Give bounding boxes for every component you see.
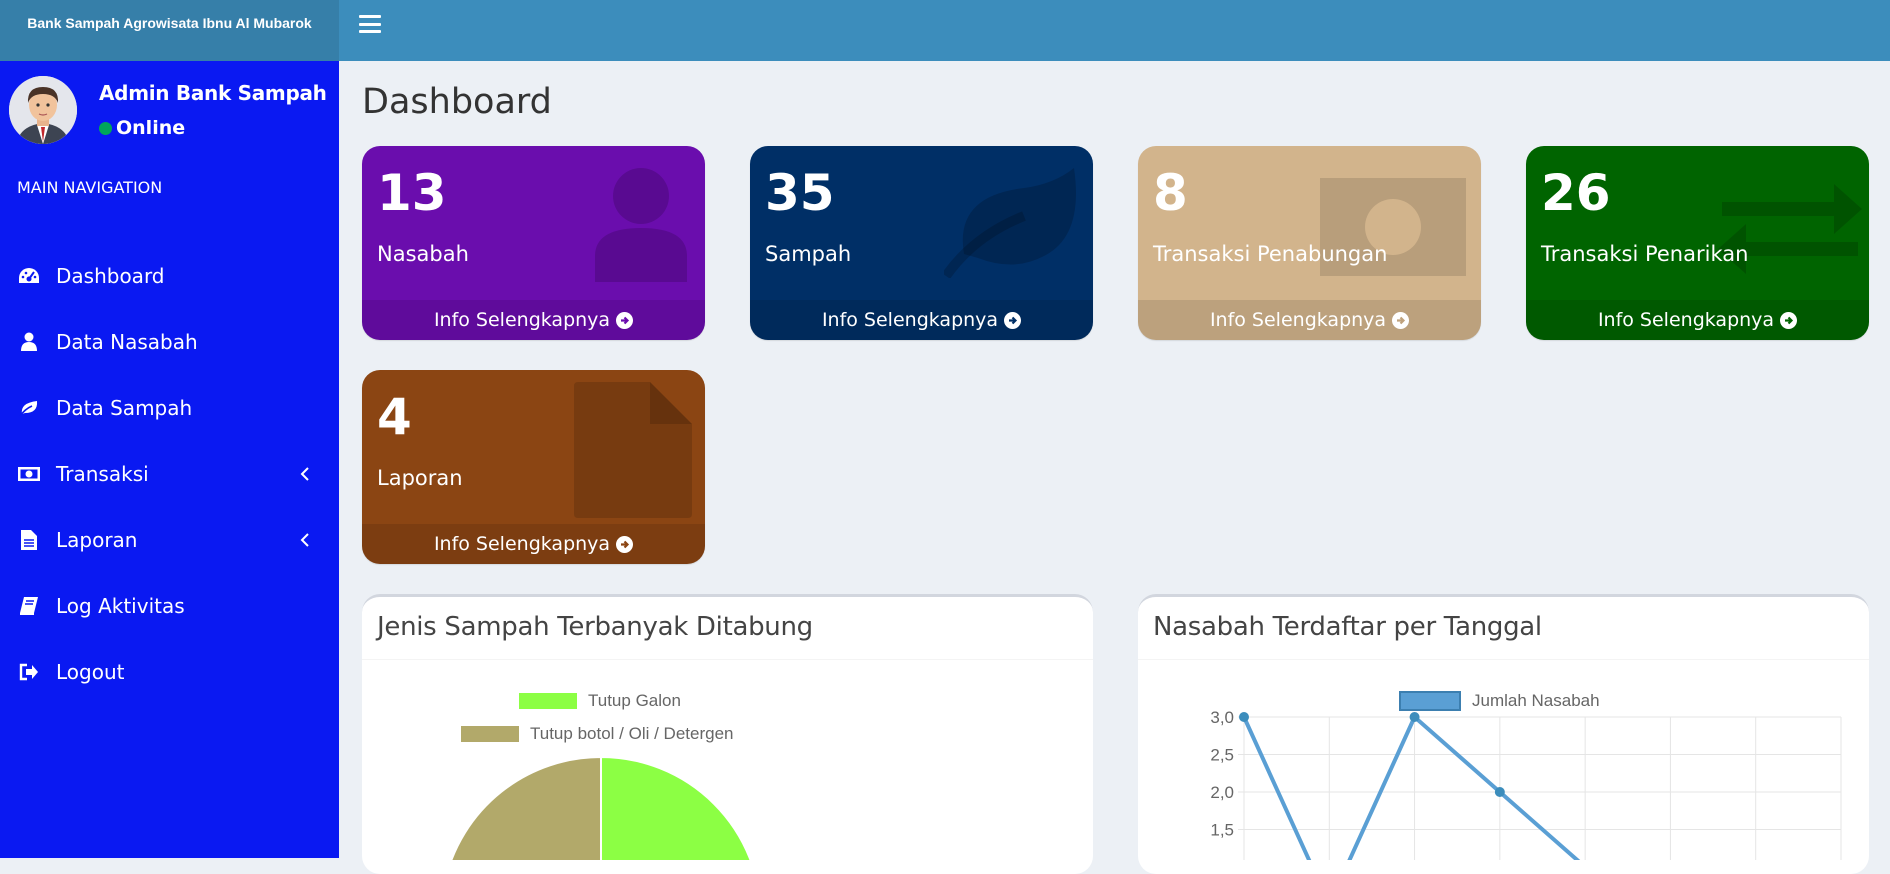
sidebar-item-label: Log Aktivitas: [56, 594, 185, 618]
panel-title: Nasabah Terdaftar per Tanggal: [1153, 612, 1542, 642]
line-point: [1409, 712, 1420, 722]
pie-chart: [450, 757, 752, 860]
legend-item[interactable]: Tutup Galon: [519, 691, 681, 711]
online-status-icon: [99, 121, 112, 135]
more-info-link[interactable]: Info Selengkapnya: [362, 300, 705, 340]
stat-box-transaksi-penarikan: 26 Transaksi Penarikan Info Selengkapnya: [1526, 146, 1869, 340]
sidebar-item-label: Data Sampah: [56, 396, 193, 420]
sidebar-toggle-icon[interactable]: [359, 15, 381, 33]
user-icon: [595, 168, 687, 282]
stat-box-sampah: 35 Sampah Info Selengkapnya: [750, 146, 1093, 340]
user-status-label: Online: [116, 117, 186, 139]
stat-label: Nasabah: [377, 242, 469, 266]
y-tick-label: 3,0: [1210, 708, 1234, 727]
top-header: [339, 0, 1890, 61]
user-name: Admin Bank Sampah: [99, 81, 327, 105]
file-icon: [574, 382, 692, 518]
page-title: Dashboard: [362, 82, 552, 122]
leaf-icon: [944, 168, 1076, 278]
stat-value: 13: [377, 164, 447, 222]
more-info-link[interactable]: Info Selengkapnya: [750, 300, 1093, 340]
stat-value: 35: [765, 164, 835, 222]
avatar: [9, 76, 77, 144]
more-info-label: Info Selengkapnya: [1209, 309, 1387, 331]
sidebar-item-dashboard[interactable]: Dashboard: [0, 248, 339, 304]
stat-label: Transaksi Penarikan: [1541, 242, 1749, 266]
stat-box-nasabah: 13 Nasabah Info Selengkapnya: [362, 146, 705, 340]
y-tick-label: 2,0: [1210, 783, 1234, 802]
nav-header: MAIN NAVIGATION: [17, 178, 163, 197]
more-info-label: Info Selengkapnya: [821, 309, 999, 331]
sidebar-item-label: Logout: [56, 660, 125, 684]
panel-title: Jenis Sampah Terbanyak Ditabung: [377, 612, 813, 642]
chevron-left-icon: [300, 533, 309, 547]
arrow-circle-right-icon: [1004, 311, 1022, 329]
exchange-icon: [1718, 184, 1862, 274]
stat-label: Sampah: [765, 242, 852, 266]
y-tick-label: 1,5: [1210, 821, 1234, 840]
sidebar-item-log-aktivitas[interactable]: Log Aktivitas: [0, 578, 339, 634]
more-info-link[interactable]: Info Selengkapnya: [1138, 300, 1481, 340]
stat-box-transaksi-penabungan: 8 Transaksi Penabungan Info Selengkapnya: [1138, 146, 1481, 340]
leaf-icon: [18, 397, 40, 419]
more-info-label: Info Selengkapnya: [433, 533, 611, 555]
arrow-circle-right-icon: [1780, 311, 1798, 329]
dashboard-icon: [18, 265, 40, 287]
stat-box-laporan: 4 Laporan Info Selengkapnya: [362, 370, 705, 564]
line-point: [1494, 787, 1505, 797]
legend-item[interactable]: Tutup botol / Oli / Detergen: [461, 724, 733, 744]
money-icon: [18, 463, 40, 485]
sidebar-item-data-sampah[interactable]: Data Sampah: [0, 380, 339, 436]
user-icon: [18, 331, 40, 353]
sidebar-item-data-nasabah[interactable]: Data Nasabah: [0, 314, 339, 370]
book-icon: [18, 595, 40, 617]
stat-value: 8: [1153, 164, 1188, 222]
y-tick-label: 2,5: [1210, 746, 1234, 765]
line-point: [1239, 712, 1249, 722]
legend-swatch: [519, 693, 577, 709]
pie-slice-tutup-galon: [600, 757, 752, 860]
sidebar-item-laporan[interactable]: Laporan: [0, 512, 339, 568]
arrow-circle-right-icon: [616, 535, 634, 553]
line-chart-panel: Nasabah Terdaftar per Tanggal Jumlah Nas…: [1138, 594, 1869, 874]
sidebar: Admin Bank Sampah Online MAIN NAVIGATION…: [0, 61, 339, 858]
arrow-circle-right-icon: [616, 311, 634, 329]
more-info-link[interactable]: Info Selengkapnya: [1526, 300, 1869, 340]
sidebar-item-label: Dashboard: [56, 264, 165, 288]
arrow-circle-right-icon: [1392, 311, 1410, 329]
more-info-label: Info Selengkapnya: [1597, 309, 1775, 331]
panel-divider: [362, 659, 1093, 660]
chevron-left-icon: [300, 467, 309, 481]
brand-title[interactable]: Bank Sampah Agrowisata Ibnu Al Mubarok: [0, 0, 339, 61]
panel-divider: [1138, 659, 1869, 660]
sidebar-item-label: Transaksi: [56, 462, 149, 486]
stat-value: 26: [1541, 164, 1611, 222]
stat-label: Laporan: [377, 466, 463, 490]
sidebar-item-label: Laporan: [56, 528, 138, 552]
user-status: Online: [99, 117, 185, 139]
brand-title-text: Bank Sampah Agrowisata Ibnu Al Mubarok: [27, 15, 312, 31]
legend-label: Tutup botol / Oli / Detergen: [530, 724, 734, 743]
pie-chart-panel: Jenis Sampah Terbanyak Ditabung Tutup Ga…: [362, 594, 1093, 874]
file-icon: [18, 529, 40, 551]
sign-out-icon: [18, 661, 40, 683]
user-panel: Admin Bank Sampah Online: [0, 61, 339, 166]
stat-value: 4: [377, 388, 412, 446]
stat-label: Transaksi Penabungan: [1153, 242, 1388, 266]
more-info-label: Info Selengkapnya: [433, 309, 611, 331]
sidebar-item-transaksi[interactable]: Transaksi: [0, 446, 339, 502]
legend-label: Tutup Galon: [588, 691, 681, 710]
pie-slice-tutup-botol: [450, 757, 602, 860]
sidebar-item-label: Data Nasabah: [56, 330, 198, 354]
legend-swatch: [461, 726, 519, 742]
sidebar-item-logout[interactable]: Logout: [0, 644, 339, 700]
line-chart: 3,0 2,5 2,0 1,5: [1210, 708, 1842, 860]
more-info-link[interactable]: Info Selengkapnya: [362, 524, 705, 564]
